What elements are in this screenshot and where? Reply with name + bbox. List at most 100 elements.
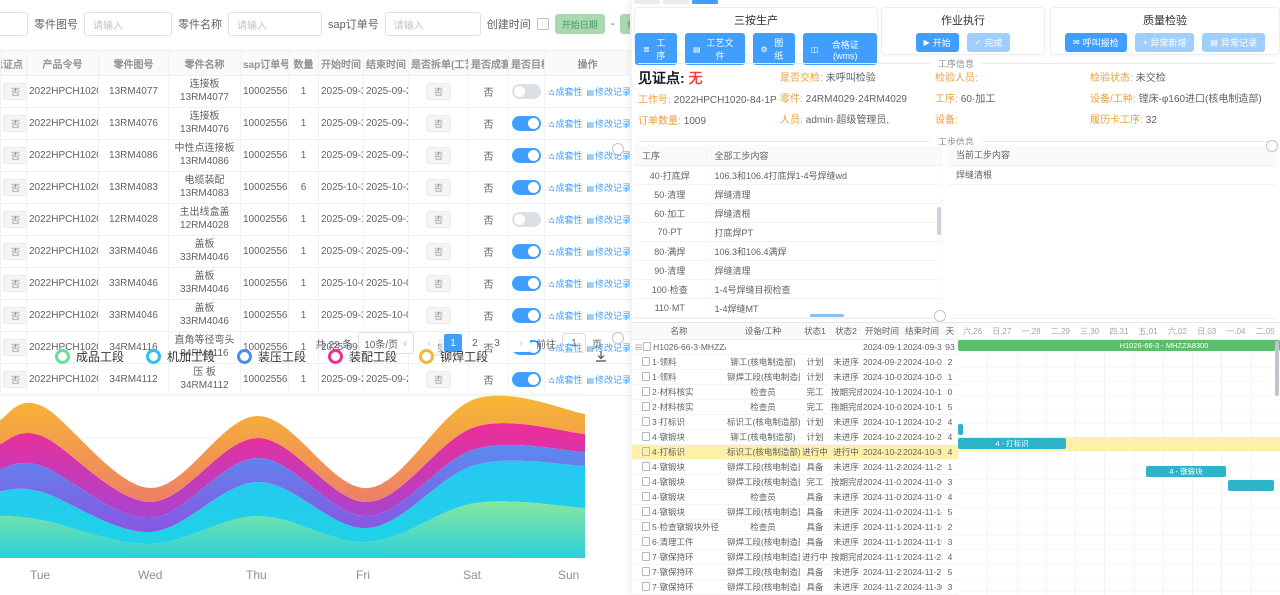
suite-link[interactable]: ⌂成套性 [549,247,582,257]
visual-check-toggle[interactable] [512,84,541,99]
legend-item[interactable]: 成品工段 [55,348,124,365]
start-date-button[interactable]: 开始日期 [555,14,605,34]
呼叫报检-button[interactable]: ✉呼叫报检 [1065,33,1127,52]
完成-button[interactable]: ✓完成 [967,33,1011,52]
gantt-cell: 2024-10-22 [902,415,942,430]
modify-record-link[interactable]: ▤修改记录 [586,375,630,385]
table-cell: 12RM4028 [99,204,169,236]
gantt-cell: 铆焊工段(核电制造部) [726,580,800,595]
异常记录-button[interactable]: ▤异常记录 [1202,33,1265,52]
steps-horizontal-scrollbar[interactable] [810,314,844,317]
gantt-row[interactable]: 6·清理工件铆焊工段(核电制造部)具备未进序2024-11-162024-11-… [632,535,958,550]
table-cell: 1 [289,140,319,172]
gantt-row[interactable]: 7·镦保持环铆焊工段(核电制造部)进行中按期完成2024-11-192024-1… [632,550,958,565]
gantt-row[interactable]: 7·镦保持环铆焊工段(核电制造部)具备未进序2024-11-272024-11-… [632,580,958,595]
visual-check-toggle[interactable] [512,148,541,163]
visual-check-toggle[interactable] [512,180,541,195]
file-icon [642,567,650,576]
gantt-row[interactable]: 1·领料铆工(核电制造部)计划未进序2024-09-292024-10-012 [632,355,958,370]
visual-check-toggle[interactable] [512,308,541,323]
step-row: 80·满焊106.3和106.4满焊 [634,242,942,261]
modify-record-link[interactable]: ▤修改记录 [586,215,630,225]
gantt-row[interactable]: 1·领料铆焊工段(核电制造部)计划未进序2024-10-042024-10-05… [632,370,958,385]
suite-link[interactable]: ⌂成套性 [549,215,582,225]
gantt-row[interactable]: 4·镦锻块铆焊工段(核电制造部)具备未进序2024-11-092024-11-1… [632,505,958,520]
page-number[interactable]: 3 [488,334,506,352]
gantt-bar[interactable]: 4 - 打标识 [958,438,1066,449]
modify-record-link[interactable]: ▤修改记录 [586,279,630,289]
gantt-row[interactable]: 2·材料核实检查员完工按期完成2024-10-102024-10-100 [632,385,958,400]
visual-check-toggle[interactable] [512,212,541,227]
modify-record-link[interactable]: ▤修改记录 [586,151,630,161]
status-pill: 否 [426,147,451,164]
gantt-bar[interactable]: 4 - 镦锻块 [1146,466,1226,477]
suite-link[interactable]: ⌂成套性 [549,87,582,97]
gantt-row[interactable]: 4·镦锻块铆焊工段(核电制造部)具备未进序2024-11-282024-11-2… [632,460,958,475]
splitter-handle[interactable] [612,332,624,344]
gantt-cell: 铆焊工段(核电制造部) [726,565,800,580]
visual-check-toggle[interactable] [512,116,541,131]
collapse-icon[interactable]: ⊟ [635,342,642,352]
end-date-button[interactable]: 结束日期 [620,14,630,34]
splitter-handle[interactable] [612,143,624,155]
gantt-cell: 计划 [800,415,830,430]
suite-link[interactable]: ⌂成套性 [549,279,582,289]
filter-input-stub[interactable] [0,12,28,36]
suite-link[interactable]: ⌂成套性 [549,151,582,161]
gantt-bar[interactable] [958,424,963,435]
visual-check-toggle[interactable] [512,276,541,291]
tab-stub[interactable] [663,0,689,4]
toggle-knob [528,278,539,289]
tab-stub[interactable] [634,0,660,4]
gantt-row[interactable]: 4·镦锻块铆工(核电制造部)计划未进序2024-10-222024-10-264 [632,430,958,445]
legend-item[interactable]: 机加工段 [146,348,215,365]
gantt-bar[interactable]: H1026-66-3 - MHZZA8300 [958,340,1280,351]
gantt-row[interactable]: 4·打标识标识工(核电制造部)进行中进行中2024-10-262024-10-3… [632,445,958,460]
gantt-row[interactable]: ⊟H1026-66-3·MHZZA83002024-09-182024-09-3… [632,340,958,355]
table-cell: 否 [469,76,509,108]
gantt-row[interactable]: 4·镦锻块检查员具备未进序2024-11-052024-11-094 [632,490,958,505]
file-icon [642,492,650,501]
suite-link[interactable]: ⌂成套性 [549,183,582,193]
legend-item[interactable]: 装配工段 [328,348,397,365]
异常新增-button[interactable]: +异常新增 [1135,33,1195,52]
part-name-input[interactable]: 请输入 [228,12,322,36]
gantt-row[interactable]: 3·打标识标识工(核电制造部)计划未进序2024-10-182024-10-22… [632,415,958,430]
gantt-row[interactable]: 7·镦保持环铆焊工段(核电制造部)具备未进序2024-11-222024-11-… [632,565,958,580]
modify-record-link[interactable]: ▤修改记录 [586,183,630,193]
info-value: admin·超级管理员, [806,115,889,126]
gantt-cell: 2024-10-10 [902,385,942,400]
part-no-input[interactable]: 请输入 [84,12,172,36]
gantt-cell: 标识工(核电制造部) [726,415,800,430]
gantt-bar[interactable] [1228,480,1274,491]
开始-button[interactable]: ▶开始 [916,33,959,52]
gantt-row[interactable]: 5·检查镦锻块外径检查员具备未进序2024-11-142024-11-162 [632,520,958,535]
save-image-icon[interactable] [594,350,608,369]
gantt-vertical-scrollbar[interactable] [1275,341,1279,396]
info-column: 检验状态:未交检设备/工种:镗床-φ160进口(核电制造部)履历卡工序:32 [1090,68,1276,131]
file-icon [642,582,650,591]
splitter-handle[interactable] [934,310,946,322]
home-icon: ⌂ [549,215,554,225]
modify-record-link[interactable]: ▤修改记录 [586,247,630,257]
suite-link[interactable]: ⌂成套性 [549,311,582,321]
next-page-button[interactable]: › [512,334,530,352]
suite-link[interactable]: ⌂成套性 [549,119,582,129]
table-cell: 2025-10-06 [364,268,409,300]
goto-page-input[interactable]: 1 [562,333,586,353]
tab-strip [634,0,718,4]
steps-vertical-scrollbar[interactable] [937,207,941,235]
modify-record-link[interactable]: ▤修改记录 [586,87,630,97]
splitter-handle[interactable] [1266,140,1278,152]
date-checkbox[interactable] [537,18,549,30]
tab-stub[interactable] [692,0,718,4]
modify-record-link[interactable]: ▤修改记录 [586,119,630,129]
gantt-row[interactable]: 4·镦锻块铆焊工段(核电制造部)完工按期完成2024-11-022024-11-… [632,475,958,490]
visual-check-toggle[interactable] [512,244,541,259]
legend-item[interactable]: 铆焊工段 [419,348,488,365]
gantt-row[interactable]: 2·材料核实检查员完工拖期完成2024-10-092024-10-145 [632,400,958,415]
sap-order-input[interactable]: 请输入 [385,12,481,36]
modify-record-link[interactable]: ▤修改记录 [586,311,630,321]
legend-item[interactable]: 装压工段 [237,348,306,365]
status-pill: 否 [3,115,27,132]
